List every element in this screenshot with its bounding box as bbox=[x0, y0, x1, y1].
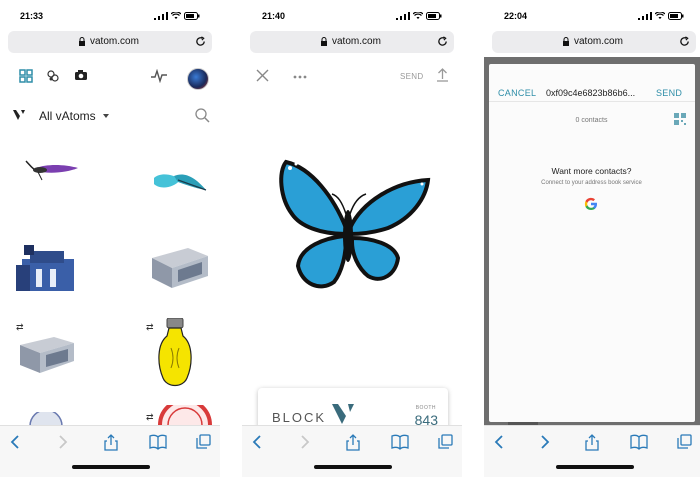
vatom-logo-icon bbox=[13, 110, 25, 120]
battery-icon bbox=[426, 12, 442, 20]
back-icon[interactable] bbox=[10, 434, 20, 450]
tabs-icon[interactable] bbox=[438, 434, 453, 449]
signal-icon bbox=[154, 12, 168, 20]
url-domain: vatom.com bbox=[574, 36, 623, 47]
page-title[interactable]: All vAtoms bbox=[39, 109, 96, 123]
upload-icon[interactable] bbox=[436, 68, 449, 82]
url-bar[interactable]: vatom.com bbox=[8, 31, 212, 53]
contacts-count: 0 contacts bbox=[575, 117, 608, 124]
status-time: 21:40 bbox=[262, 11, 286, 21]
forward-icon[interactable] bbox=[58, 434, 68, 450]
transfer-icon: ⇄ bbox=[146, 412, 154, 422]
reload-icon[interactable] bbox=[437, 36, 448, 47]
vatom-item-booth-2[interactable] bbox=[18, 333, 76, 375]
url-domain: vatom.com bbox=[90, 36, 139, 47]
transfer-icon: ⇄ bbox=[16, 322, 24, 332]
status-icons bbox=[638, 12, 684, 20]
bookmarks-icon[interactable] bbox=[391, 434, 409, 450]
status-time: 22:04 bbox=[504, 11, 528, 21]
vatom-item-medal[interactable] bbox=[28, 412, 64, 426]
send-button[interactable]: SEND bbox=[656, 88, 682, 98]
wifi-icon bbox=[655, 12, 665, 19]
vatom-item-booth-1[interactable] bbox=[148, 244, 210, 290]
wifi-icon bbox=[413, 12, 423, 19]
chevron-down-icon[interactable] bbox=[103, 114, 109, 118]
battery-icon bbox=[668, 12, 684, 20]
activity-icon[interactable] bbox=[150, 69, 168, 83]
reload-icon[interactable] bbox=[195, 36, 206, 47]
browser-toolbar bbox=[242, 425, 462, 477]
browser-toolbar bbox=[0, 425, 220, 477]
more-icon[interactable] bbox=[293, 75, 307, 79]
status-time: 21:33 bbox=[20, 11, 44, 21]
search-icon[interactable] bbox=[195, 108, 210, 123]
status-icons bbox=[396, 12, 442, 20]
home-indicator bbox=[314, 465, 392, 469]
status-bar: 21:33 bbox=[0, 0, 220, 28]
butterfly-3d-vatom[interactable] bbox=[276, 158, 434, 298]
camera-icon[interactable] bbox=[74, 69, 88, 81]
qr-code-icon[interactable] bbox=[674, 113, 686, 125]
scan-icon[interactable] bbox=[46, 69, 60, 83]
google-icon[interactable] bbox=[584, 197, 598, 211]
cancel-button[interactable]: CANCEL bbox=[498, 88, 536, 98]
send-button[interactable]: SEND bbox=[400, 72, 423, 81]
battery-icon bbox=[184, 12, 200, 20]
more-contacts-heading: Want more contacts? bbox=[551, 166, 632, 176]
vatom-item-building-blue[interactable] bbox=[14, 243, 80, 293]
phone-screen-3: 22:04 vatom.com CANCEL 0xf09c4e6823b86b6… bbox=[484, 0, 700, 477]
tabs-icon[interactable] bbox=[196, 434, 211, 449]
home-indicator bbox=[556, 465, 634, 469]
vatom-item-butterfly[interactable] bbox=[150, 170, 210, 196]
card-brand: BLOCK bbox=[272, 410, 327, 425]
transfer-icon: ⇄ bbox=[146, 322, 154, 332]
signal-icon bbox=[638, 12, 652, 20]
status-bar: 21:40 bbox=[242, 0, 462, 28]
recipient-address-field[interactable]: 0xf09c4e6823b86b6... bbox=[546, 88, 635, 98]
back-icon[interactable] bbox=[252, 434, 262, 450]
forward-icon[interactable] bbox=[540, 434, 550, 450]
forward-icon[interactable] bbox=[300, 434, 310, 450]
grid-icon[interactable] bbox=[19, 69, 33, 83]
phone-screen-1: 21:33 vatom.com All vAtoms ⇄ ⇄ ⇄ bbox=[0, 0, 220, 477]
booth-label: BOOTH bbox=[415, 405, 436, 411]
phone-screen-2: 21:40 vatom.com SEND BLOCK BOOTH 843 bbox=[242, 0, 462, 477]
share-icon[interactable] bbox=[585, 434, 599, 451]
lock-icon bbox=[321, 37, 327, 46]
back-icon[interactable] bbox=[494, 434, 504, 450]
share-icon[interactable] bbox=[346, 434, 360, 451]
vatom-logo-icon bbox=[332, 404, 354, 424]
avatar[interactable] bbox=[187, 68, 209, 90]
wifi-icon bbox=[171, 12, 181, 19]
home-indicator bbox=[72, 465, 150, 469]
tabs-icon[interactable] bbox=[677, 434, 692, 449]
connect-address-book-text: Connect to your address book service bbox=[541, 180, 642, 186]
share-icon[interactable] bbox=[104, 434, 118, 451]
signal-icon bbox=[396, 12, 410, 20]
url-bar[interactable]: vatom.com bbox=[250, 31, 454, 53]
status-bar: 22:04 bbox=[484, 0, 700, 28]
close-icon[interactable] bbox=[256, 69, 269, 82]
url-bar[interactable]: vatom.com bbox=[492, 31, 696, 53]
vatom-item-lightbulb[interactable] bbox=[155, 318, 195, 394]
bookmarks-icon[interactable] bbox=[630, 434, 648, 450]
bookmarks-icon[interactable] bbox=[149, 434, 167, 450]
lock-icon bbox=[563, 37, 569, 46]
vatom-item-seal[interactable] bbox=[158, 405, 212, 425]
browser-toolbar bbox=[484, 425, 700, 477]
reload-icon[interactable] bbox=[679, 36, 690, 47]
lock-icon bbox=[79, 37, 85, 46]
url-domain: vatom.com bbox=[332, 36, 381, 47]
vatom-item-dragonfly[interactable] bbox=[24, 158, 80, 184]
status-icons bbox=[154, 12, 200, 20]
